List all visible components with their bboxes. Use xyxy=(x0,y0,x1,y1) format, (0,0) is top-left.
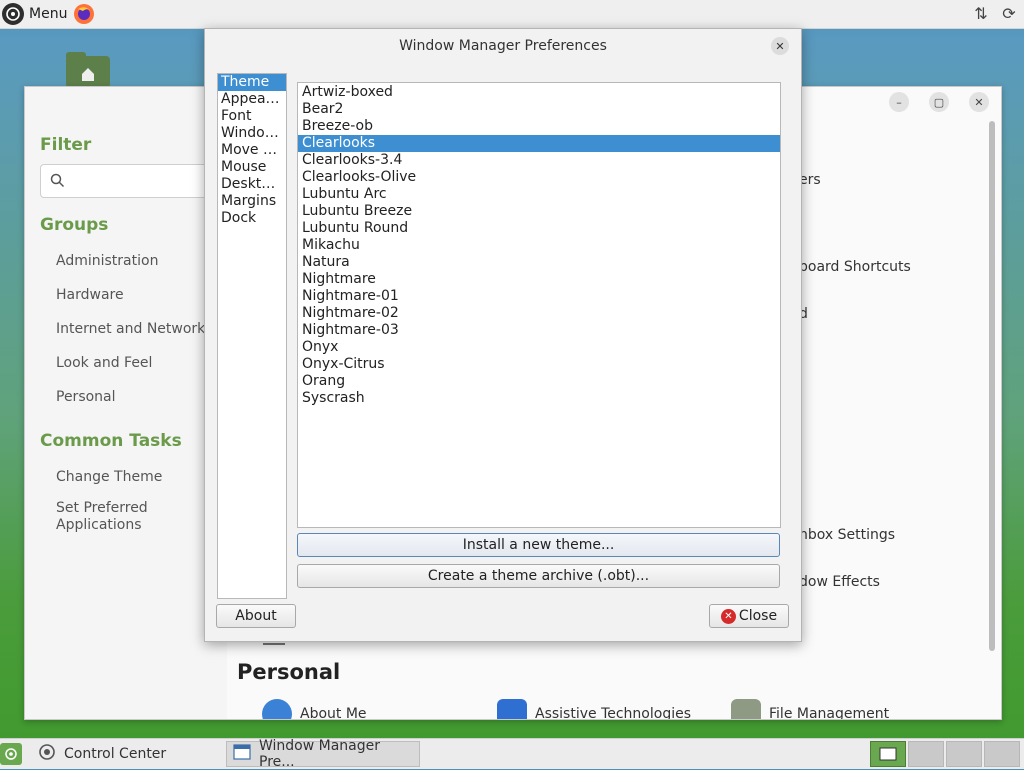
close-icon[interactable]: ✕ xyxy=(771,37,789,55)
theme-item[interactable]: Nightmare xyxy=(298,271,780,288)
theme-item[interactable]: Lubuntu Round xyxy=(298,220,780,237)
group-look-and-feel[interactable]: Look and Feel xyxy=(56,355,152,371)
groups-heading: Groups xyxy=(40,215,109,235)
section-item-mouse[interactable]: Mouse xyxy=(218,159,286,176)
item-file-management[interactable]: File Management xyxy=(731,699,890,720)
theme-item[interactable]: Syscrash xyxy=(298,390,780,407)
group-personal[interactable]: Personal xyxy=(56,389,116,405)
theme-item[interactable]: Clearlooks-Olive xyxy=(298,169,780,186)
cc-item-fragment[interactable]: board Shortcuts xyxy=(799,259,911,275)
lubuntu-logo-icon xyxy=(2,3,24,25)
group-administration[interactable]: Administration xyxy=(56,253,158,269)
theme-item[interactable]: Orang xyxy=(298,373,780,390)
section-item-theme[interactable]: Theme xyxy=(218,74,286,91)
window-manager-preferences-dialog: Window Manager Preferences ✕ Theme Appea… xyxy=(204,28,802,642)
taskbar: Control Center Window Manager Pre... xyxy=(0,738,1024,770)
theme-item[interactable]: Onyx-Citrus xyxy=(298,356,780,373)
item-label: File Management xyxy=(769,706,890,720)
start-menu-icon[interactable] xyxy=(0,743,22,765)
top-panel: Menu ⇅ ⟳ xyxy=(0,0,1024,29)
task-set-preferred-applications[interactable]: Set Preferred Applications xyxy=(56,500,186,534)
section-item-appearance[interactable]: Appea… xyxy=(218,91,286,108)
theme-item[interactable]: Mikachu xyxy=(298,237,780,254)
close-button[interactable]: ✕ Close xyxy=(709,604,789,628)
taskbar-item-window-manager-prefs[interactable]: Window Manager Pre... xyxy=(226,738,420,770)
accessibility-icon xyxy=(497,699,527,719)
theme-item[interactable]: Lubuntu Arc xyxy=(298,186,780,203)
item-assistive-technologies[interactable]: Assistive Technologies xyxy=(497,699,692,720)
theme-item[interactable]: Artwiz-boxed xyxy=(298,84,780,101)
maximize-icon[interactable]: ▢ xyxy=(929,92,949,112)
group-hardware[interactable]: Hardware xyxy=(56,287,124,303)
section-item-move-resize[interactable]: Move … xyxy=(218,142,286,159)
menu-label: Menu xyxy=(29,6,68,22)
control-center-icon xyxy=(38,743,56,765)
system-tray: ⇅ ⟳ xyxy=(972,3,1018,23)
network-updown-icon[interactable]: ⇅ xyxy=(972,3,990,23)
home-folder-icon[interactable] xyxy=(64,52,112,88)
close-button-label: Close xyxy=(738,608,778,624)
create-theme-archive-button[interactable]: Create a theme archive (.obt)... xyxy=(297,564,780,588)
workspace-4[interactable] xyxy=(984,741,1020,767)
theme-item-selected[interactable]: Clearlooks xyxy=(298,135,780,152)
group-internet-network[interactable]: Internet and Network xyxy=(56,321,205,337)
cc-item-fragment[interactable]: dow Effects xyxy=(799,574,880,590)
dialog-title: Window Manager Preferences xyxy=(399,38,607,54)
close-icon: ✕ xyxy=(720,608,736,624)
install-theme-button[interactable]: Install a new theme... xyxy=(297,533,780,557)
taskbar-item-label: Control Center xyxy=(64,746,167,762)
theme-item[interactable]: Nightmare-03 xyxy=(298,322,780,339)
theme-list[interactable]: Artwiz-boxed Bear2 Breeze-ob Clearlooks … xyxy=(297,82,781,528)
theme-item[interactable]: Onyx xyxy=(298,339,780,356)
theme-item[interactable]: Nightmare-02 xyxy=(298,305,780,322)
theme-item[interactable]: Clearlooks-3.4 xyxy=(298,152,780,169)
folder-icon xyxy=(731,699,761,719)
personal-section-heading: Personal xyxy=(237,660,341,684)
search-icon xyxy=(50,173,65,192)
theme-item[interactable]: Bear2 xyxy=(298,101,780,118)
theme-item[interactable]: Breeze-ob xyxy=(298,118,780,135)
window-icon xyxy=(233,744,251,764)
theme-item[interactable]: Natura xyxy=(298,254,780,271)
common-tasks-heading: Common Tasks xyxy=(40,431,182,451)
section-list[interactable]: Theme Appea… Font Windo… Move … Mouse De… xyxy=(217,73,287,599)
theme-item[interactable]: Lubuntu Breeze xyxy=(298,203,780,220)
filter-heading: Filter xyxy=(40,135,92,155)
workspace-2[interactable] xyxy=(908,741,944,767)
item-label: Assistive Technologies xyxy=(535,706,692,720)
cc-sidebar: Filter Groups Administration Hardware In… xyxy=(25,87,242,719)
section-item-dock[interactable]: Dock xyxy=(218,210,286,227)
section-item-windows[interactable]: Windo… xyxy=(218,125,286,142)
section-item-margins[interactable]: Margins xyxy=(218,193,286,210)
cc-item-fragment[interactable]: ers xyxy=(799,172,821,188)
section-item-desktops[interactable]: Deskt… xyxy=(218,176,286,193)
task-change-theme[interactable]: Change Theme xyxy=(56,469,162,485)
taskbar-item-label: Window Manager Pre... xyxy=(259,738,381,770)
close-icon[interactable]: ✕ xyxy=(969,92,989,112)
section-item-font[interactable]: Font xyxy=(218,108,286,125)
cc-item-fragment[interactable]: nbox Settings xyxy=(799,527,895,543)
minimize-icon[interactable]: – xyxy=(889,92,909,112)
menu-button[interactable]: Menu xyxy=(2,2,67,26)
about-me-icon xyxy=(262,699,292,719)
workspace-pager[interactable] xyxy=(870,741,1020,767)
taskbar-item-control-center[interactable]: Control Center xyxy=(32,741,222,767)
about-button[interactable]: About xyxy=(216,604,296,628)
workspace-3[interactable] xyxy=(946,741,982,767)
update-notifier-icon[interactable]: ⟳ xyxy=(1000,3,1018,23)
item-about-me[interactable]: About Me xyxy=(262,699,367,720)
scrollbar[interactable] xyxy=(989,121,995,651)
firefox-icon[interactable] xyxy=(73,3,95,25)
item-label: About Me xyxy=(300,706,367,720)
theme-item[interactable]: Nightmare-01 xyxy=(298,288,780,305)
workspace-1[interactable] xyxy=(870,741,906,767)
